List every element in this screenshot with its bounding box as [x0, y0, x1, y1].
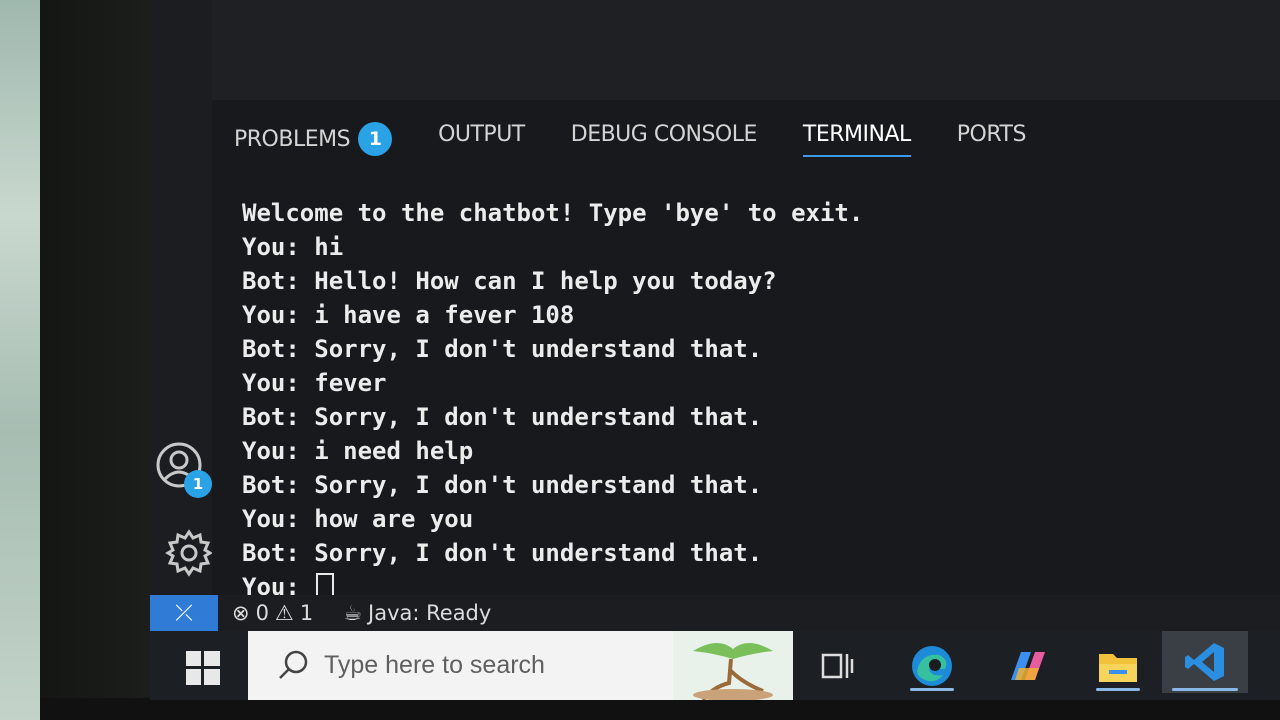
- tab-output-label: OUTPUT: [438, 122, 525, 147]
- task-view-button[interactable]: [808, 639, 868, 693]
- tab-terminal[interactable]: TERMINAL: [802, 122, 911, 157]
- tab-terminal-label: TERMINAL: [802, 122, 911, 147]
- terminal-output[interactable]: Welcome to the chatbot! Type 'bye' to ex…: [242, 196, 1242, 604]
- remote-indicator[interactable]: ⤫: [150, 595, 218, 631]
- search-icon: [279, 650, 308, 679]
- remote-icon: ⤫: [175, 600, 193, 626]
- bottom-panel: PROBLEMS 1 OUTPUT DEBUG CONSOLE TERMINAL…: [212, 100, 1280, 603]
- running-indicator: [1096, 688, 1140, 691]
- gear-icon[interactable]: [164, 528, 214, 578]
- terminal-line: You: hi: [242, 233, 344, 261]
- terminal-line: You: i need help: [242, 437, 474, 465]
- search-placeholder: Type here to search: [324, 651, 545, 679]
- copilot-button[interactable]: [998, 639, 1058, 693]
- windows-start-icon[interactable]: [186, 651, 220, 685]
- tab-debug-console[interactable]: DEBUG CONSOLE: [570, 122, 758, 157]
- terminal-line: Bot: Sorry, I don't understand that.: [242, 335, 763, 363]
- terminal-line: Bot: Sorry, I don't understand that.: [242, 403, 763, 431]
- panel-tabs: PROBLEMS 1 OUTPUT DEBUG CONSOLE TERMINAL…: [234, 122, 1026, 166]
- coffee-cup-icon: ☕: [343, 601, 363, 625]
- activity-bar: 1: [150, 0, 214, 595]
- java-status-label: Java: Ready: [368, 601, 492, 625]
- file-explorer-icon: [1099, 654, 1137, 682]
- copilot-icon: [1011, 652, 1045, 680]
- tab-debug-console-label: DEBUG CONSOLE: [570, 122, 758, 147]
- accounts-badge: 1: [184, 470, 212, 498]
- task-view-icon: [821, 653, 854, 679]
- terminal-line: You: how are you: [242, 505, 474, 533]
- java-status[interactable]: ☕ Java: Ready: [343, 601, 491, 625]
- taskbar-search-box[interactable]: Type here to search: [248, 631, 793, 700]
- status-bar: ⤫ ⊗ 0 ⚠ 1 ☕ Java: Ready: [150, 595, 1280, 631]
- running-indicator: [910, 688, 954, 691]
- search-highlight-image: [673, 631, 793, 700]
- problems-status[interactable]: ⊗ 0 ⚠ 1: [232, 601, 313, 625]
- terminal-line: Bot: Sorry, I don't understand that.: [242, 471, 763, 499]
- terminal-line: Bot: Hello! How can I help you today?: [242, 267, 777, 295]
- error-icon: ⊗: [232, 601, 250, 625]
- terminal-line: Bot: Sorry, I don't understand that.: [242, 539, 763, 567]
- taskbar: Type here to search: [150, 631, 1280, 700]
- monitor-bezel-bottom: [40, 698, 1280, 720]
- problems-count-badge: 1: [358, 122, 393, 156]
- editor-area: [180, 0, 1280, 101]
- error-count: 0: [255, 601, 269, 625]
- edge-button[interactable]: [902, 639, 962, 693]
- tab-ports[interactable]: PORTS: [956, 122, 1027, 157]
- tab-ports-label: PORTS: [956, 122, 1027, 147]
- tab-problems-label: PROBLEMS: [234, 126, 351, 152]
- warning-icon: ⚠: [274, 601, 294, 625]
- screen: 1 PROBLEMS 1 OUTPUT DEBUG CONSOLE TERMIN…: [150, 0, 1280, 700]
- desk-background: [0, 0, 40, 720]
- terminal-line: You: fever: [242, 369, 387, 397]
- edge-icon: [912, 646, 952, 686]
- terminal-line: Welcome to the chatbot! Type 'bye' to ex…: [242, 199, 864, 227]
- active-indicator: [1172, 688, 1238, 691]
- file-explorer-button[interactable]: [1088, 639, 1148, 693]
- tab-problems[interactable]: PROBLEMS 1: [234, 122, 393, 166]
- vscode-icon: [1185, 643, 1224, 681]
- warning-count: 1: [299, 601, 314, 625]
- vscode-button[interactable]: [1162, 631, 1248, 693]
- tab-output[interactable]: OUTPUT: [438, 122, 525, 157]
- terminal-line: You: i have a fever 108: [242, 301, 575, 329]
